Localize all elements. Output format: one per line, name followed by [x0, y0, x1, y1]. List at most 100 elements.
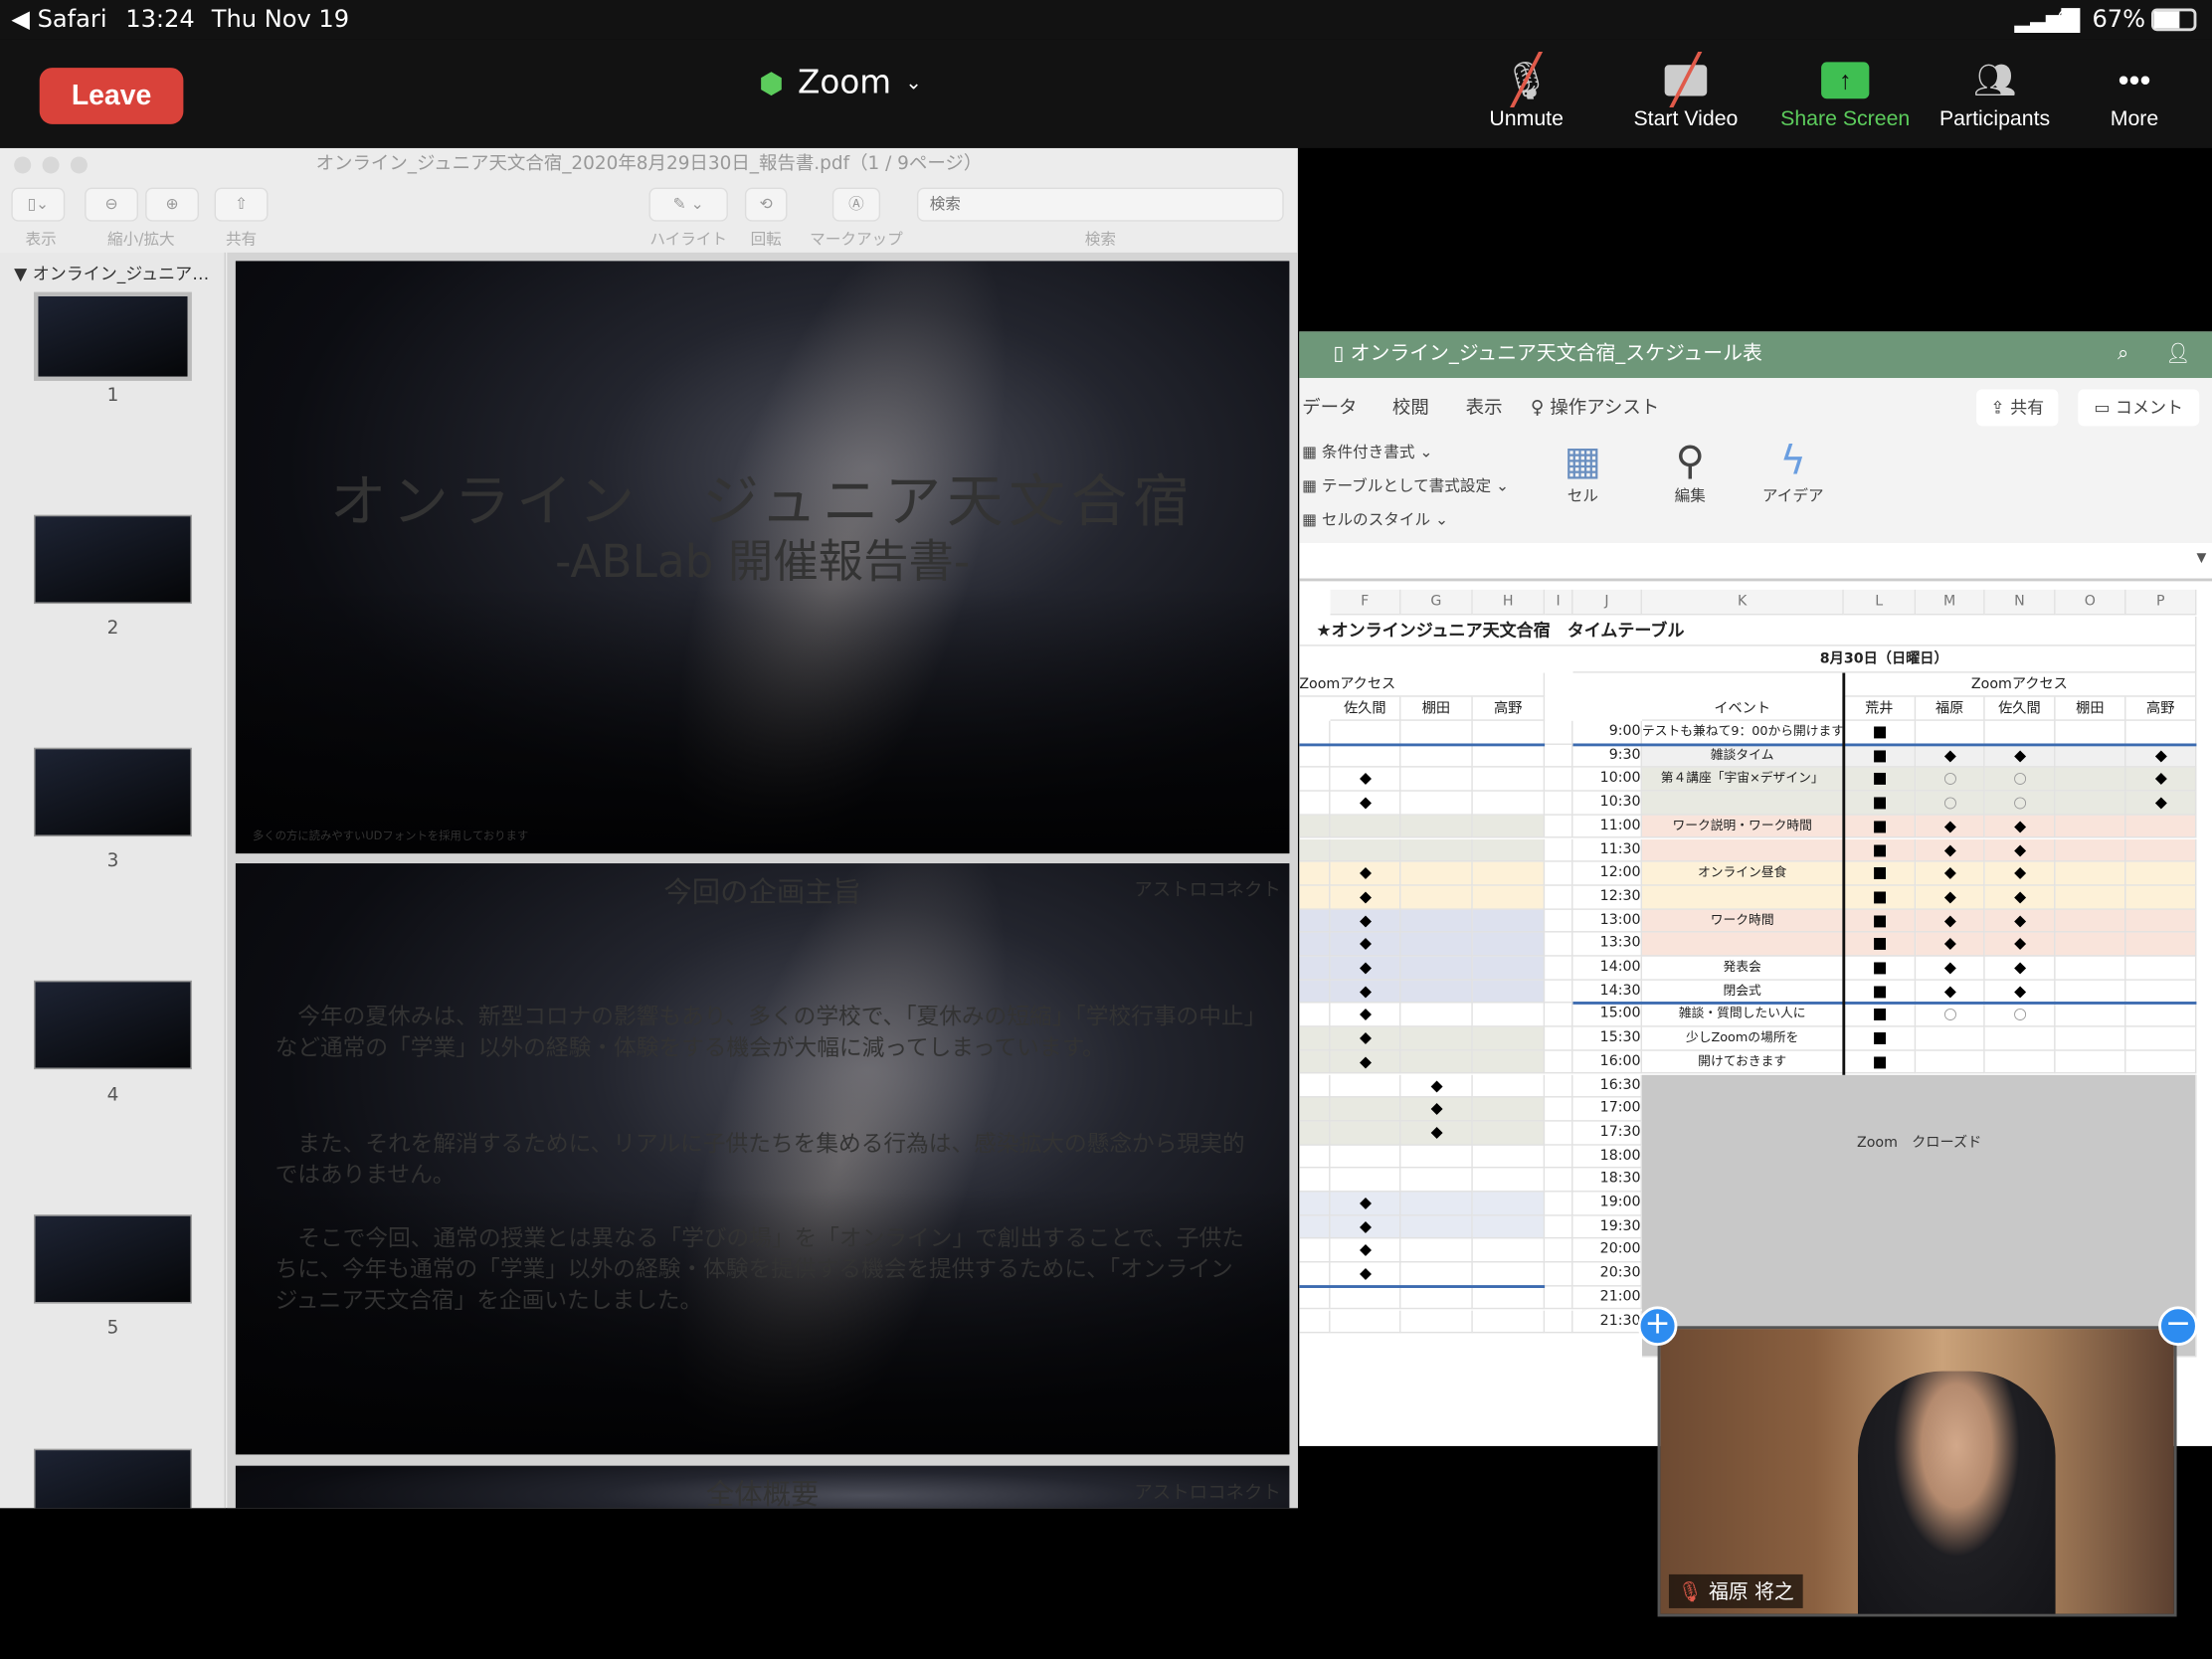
- grid-cell[interactable]: [1299, 838, 1331, 862]
- grid-cell[interactable]: [1472, 1074, 1546, 1098]
- time-cell[interactable]: 15:30: [1572, 1026, 1642, 1051]
- cell-styles-button[interactable]: ▦ セルのスタイル ⌄: [1302, 508, 1448, 531]
- grid-cell[interactable]: [1545, 1145, 1573, 1169]
- event-cell[interactable]: 発表会: [1641, 956, 1844, 981]
- grid-cell[interactable]: [1299, 720, 1331, 745]
- grid-cell[interactable]: [1400, 980, 1473, 1004]
- grid-cell[interactable]: [1400, 956, 1473, 981]
- grid-cell[interactable]: [1472, 1145, 1546, 1169]
- grid-cell[interactable]: [1330, 815, 1401, 839]
- grid-cell[interactable]: [1400, 815, 1473, 839]
- column-header-p[interactable]: P: [2125, 589, 2197, 616]
- rotate-button[interactable]: ⟲: [744, 187, 788, 222]
- grid-cell[interactable]: [1984, 720, 2056, 745]
- page-thumbnail-1[interactable]: [34, 291, 192, 381]
- grid-cell[interactable]: [1299, 768, 1331, 792]
- grid-cell[interactable]: [1545, 1004, 1573, 1027]
- minimize-video-button[interactable]: −: [2158, 1306, 2198, 1347]
- time-cell[interactable]: 18:30: [1572, 1168, 1642, 1193]
- grid-cell[interactable]: [1299, 909, 1331, 933]
- participants-button[interactable]: 👥︎ Participants: [1925, 54, 2066, 131]
- time-cell[interactable]: 16:30: [1572, 1074, 1642, 1098]
- grid-cell[interactable]: [1400, 1168, 1473, 1193]
- grid-cell[interactable]: [1472, 1309, 1546, 1334]
- time-cell[interactable]: 20:00: [1572, 1238, 1642, 1263]
- column-header-g[interactable]: G: [1400, 589, 1473, 616]
- more-button[interactable]: ••• More: [2064, 54, 2205, 131]
- grid-cell[interactable]: [1400, 1050, 1473, 1075]
- zoom-closed-area[interactable]: [1641, 1074, 2197, 1358]
- tab-data[interactable]: データ: [1302, 392, 1357, 419]
- column-header-m[interactable]: M: [1916, 589, 1985, 616]
- grid-cell[interactable]: [1472, 1238, 1546, 1263]
- event-cell[interactable]: 閉会式: [1641, 980, 1844, 1004]
- grid-cell[interactable]: [2125, 956, 2197, 981]
- share-screen-button[interactable]: ↑ Share Screen: [1774, 54, 1916, 131]
- grid-cell[interactable]: [1545, 909, 1573, 933]
- grid-cell[interactable]: [1916, 1026, 1985, 1051]
- grid-cell[interactable]: [1299, 1145, 1331, 1169]
- grid-cell[interactable]: [1299, 1192, 1331, 1216]
- column-header-n[interactable]: N: [1984, 589, 2056, 616]
- event-cell[interactable]: テストも兼ねて9：00から開けます: [1641, 720, 1844, 745]
- name-header[interactable]: 福原: [1916, 696, 1985, 721]
- time-cell[interactable]: 9:00: [1572, 720, 1642, 745]
- markup-button[interactable]: Ⓐ: [831, 187, 881, 222]
- grid-cell[interactable]: [1299, 1238, 1331, 1263]
- grid-cell[interactable]: [1299, 1215, 1331, 1239]
- column-header-f[interactable]: F: [1330, 589, 1401, 616]
- view-button[interactable]: ▯⌄: [11, 187, 66, 222]
- grid-cell[interactable]: [1330, 1286, 1401, 1310]
- column-header-l[interactable]: L: [1843, 589, 1917, 616]
- grid-cell[interactable]: [1472, 1192, 1546, 1216]
- grid-cell[interactable]: [1299, 1121, 1331, 1146]
- event-cell[interactable]: [1641, 932, 1844, 957]
- grid-cell[interactable]: [2055, 980, 2126, 1004]
- unmute-button[interactable]: 🎙︎ ╱ Unmute: [1456, 54, 1597, 131]
- grid-cell[interactable]: [1545, 1121, 1573, 1146]
- grid-cell[interactable]: [1472, 909, 1546, 933]
- grid-cell[interactable]: [1545, 1168, 1573, 1193]
- minimize-window-button[interactable]: [42, 156, 60, 174]
- spreadsheet-grid[interactable]: F G H I J K L M N O P ★オンラインジュニア天文合宿 タイムテーブル 8月30日（日…: [1299, 589, 2212, 1446]
- time-cell[interactable]: 16:00: [1572, 1050, 1642, 1075]
- grid-cell[interactable]: [1472, 885, 1546, 910]
- grid-cell[interactable]: [2125, 980, 2197, 1004]
- grid-cell[interactable]: [2055, 768, 2126, 792]
- time-cell[interactable]: 21:30: [1572, 1309, 1642, 1334]
- formula-bar[interactable]: ▼: [1299, 543, 2212, 582]
- zoom-access-header-left[interactable]: Zoomアクセス: [1299, 672, 1546, 697]
- grid-cell[interactable]: [1472, 1097, 1546, 1122]
- time-cell[interactable]: 10:00: [1572, 768, 1642, 792]
- grid-cell[interactable]: [1472, 1168, 1546, 1193]
- event-cell[interactable]: 開けておきます: [1641, 1050, 1844, 1075]
- grid-cell[interactable]: [1472, 1050, 1546, 1075]
- grid-cell[interactable]: [1472, 1026, 1546, 1051]
- time-cell[interactable]: 18:00: [1572, 1145, 1642, 1169]
- grid-cell[interactable]: [1330, 1121, 1401, 1146]
- grid-cell[interactable]: [2055, 791, 2126, 816]
- grid-cell[interactable]: [1400, 1262, 1473, 1287]
- time-cell[interactable]: 11:00: [1572, 815, 1642, 839]
- event-cell[interactable]: [1641, 838, 1844, 862]
- grid-cell[interactable]: [1545, 1238, 1573, 1263]
- grid-cell[interactable]: [1400, 838, 1473, 862]
- grid-cell[interactable]: [1545, 838, 1573, 862]
- grid-cell[interactable]: [1545, 768, 1573, 792]
- zoom-in-button[interactable]: ⊕: [145, 187, 199, 222]
- grid-cell[interactable]: [1400, 1286, 1473, 1310]
- grid-cell[interactable]: [1545, 1286, 1573, 1310]
- cells-button[interactable]: ▦ セル: [1548, 438, 1618, 507]
- grid-cell[interactable]: [1472, 1286, 1546, 1310]
- search-icon[interactable]: ⌕: [2118, 331, 2128, 378]
- grid-cell[interactable]: [2125, 1026, 2197, 1051]
- grid-cell[interactable]: [2125, 885, 2197, 910]
- time-cell[interactable]: 12:30: [1572, 885, 1642, 910]
- self-video-tile[interactable]: 🎙︎ 福原 将之: [1657, 1326, 2177, 1617]
- account-icon[interactable]: 👤︎: [2165, 331, 2190, 378]
- page-thumbnail-6[interactable]: [34, 1448, 192, 1509]
- expand-video-button[interactable]: +: [1637, 1306, 1678, 1347]
- grid-cell[interactable]: [1330, 1074, 1401, 1098]
- grid-cell[interactable]: [2125, 1004, 2197, 1027]
- time-cell[interactable]: 19:30: [1572, 1215, 1642, 1239]
